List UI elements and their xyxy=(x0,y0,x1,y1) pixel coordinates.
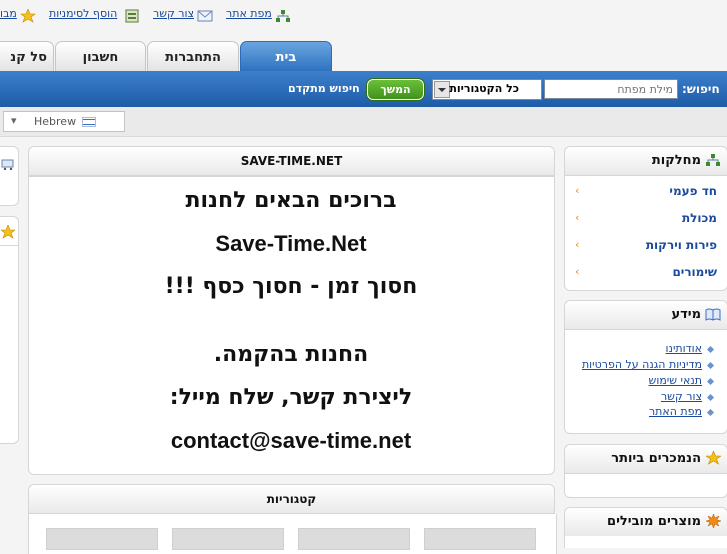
department-link[interactable]: מכולת xyxy=(682,211,717,225)
featured-title: מוצרים מובילים xyxy=(607,514,701,529)
bestsellers-title: הנמכרים ביותר xyxy=(611,451,701,466)
mail-icon xyxy=(197,8,213,22)
bullet-icon xyxy=(706,361,715,369)
category-thumb[interactable] xyxy=(172,528,284,550)
burst-icon xyxy=(705,513,722,532)
search-input[interactable] xyxy=(544,79,678,99)
info-panel: אודותינו מדיניות הגנה על הפרטיות תנאי שי… xyxy=(564,329,727,434)
categories-title: קטגוריות xyxy=(28,484,555,514)
israel-flag-icon xyxy=(82,117,96,127)
bestsellers-header: הנמכרים ביותר xyxy=(564,444,727,474)
info-title: מידע xyxy=(671,307,701,322)
contact-email: contact@save-time.net xyxy=(170,428,412,453)
select-arrow-icon xyxy=(434,81,450,98)
tab-login[interactable]: התחברות xyxy=(147,41,239,72)
category-thumb[interactable] xyxy=(46,528,158,550)
featured-panel xyxy=(564,536,727,548)
bullet-icon xyxy=(706,377,715,385)
cart-icon xyxy=(1,155,15,174)
welcome-line-3: חסוך זמן - חסוך כסף !!! xyxy=(164,274,418,299)
category-select[interactable]: כל הקטגוריות xyxy=(432,79,542,100)
category-thumb[interactable] xyxy=(298,528,410,550)
bullet-icon xyxy=(706,393,715,401)
search-go-button[interactable]: המשך xyxy=(366,78,425,101)
bullet-icon xyxy=(706,408,715,416)
bullet-icon xyxy=(706,345,715,353)
welcome-line-1: ברוכים הבאים לחנות xyxy=(185,188,397,213)
departments-header: מחלקות xyxy=(564,146,727,176)
info-link[interactable]: מדיניות הגנה על הפרטיות xyxy=(582,358,715,371)
chevron-left-icon: ‹ xyxy=(575,211,580,224)
advanced-search-link[interactable]: חיפוש מתקדם xyxy=(288,82,360,95)
left-favorites-box xyxy=(0,216,19,444)
welcome-line-2: Save-Time.Net xyxy=(215,231,367,256)
tab-account[interactable]: חשבון xyxy=(55,41,146,72)
featured-header: מוצרים מובילים xyxy=(564,507,727,537)
departments-title: מחלקות xyxy=(651,153,701,168)
category-thumb[interactable] xyxy=(424,528,536,550)
welcome-line-5: ליצירת קשר, שלח מייל: xyxy=(169,385,413,410)
tab-cart[interactable]: סל קנ xyxy=(0,41,54,72)
add-bookmark-link[interactable]: הוסף לסימניות xyxy=(49,7,117,20)
language-select[interactable]: ▾ Hebrew xyxy=(3,111,125,132)
info-header: מידע xyxy=(564,300,727,330)
info-link[interactable]: צור קשר xyxy=(661,390,715,403)
department-link[interactable]: חד פעמי xyxy=(669,184,717,198)
departments-panel: חד פעמי ‹ מכולת ‹ פירות וירקות ‹ שימורים… xyxy=(564,175,727,291)
info-link[interactable]: אודותינו xyxy=(666,342,715,355)
bookmark-icon xyxy=(124,8,140,23)
info-link[interactable]: תנאי שימוש xyxy=(649,374,715,387)
info-link[interactable]: מפת האתר xyxy=(649,405,715,418)
chevron-left-icon: ‹ xyxy=(575,184,580,197)
star-icon xyxy=(705,450,722,469)
sitemap-icon xyxy=(275,8,291,22)
welcome-line-4: החנות בהקמה. xyxy=(213,342,369,367)
top-link-partial[interactable]: מבו xyxy=(0,7,17,20)
department-link[interactable]: שימורים xyxy=(672,265,717,279)
chevron-left-icon: ‹ xyxy=(575,238,580,251)
star-icon xyxy=(20,8,36,23)
sitemap-link[interactable]: מפת אתר xyxy=(226,7,272,20)
category-select-value: כל הקטגוריות xyxy=(449,82,519,95)
star-icon xyxy=(0,224,16,243)
sitemap-icon xyxy=(705,153,721,171)
department-link[interactable]: פירות וירקות xyxy=(646,238,717,252)
book-icon xyxy=(705,308,721,325)
tab-home[interactable]: בית xyxy=(240,41,332,73)
main-title: SAVE-TIME.NET xyxy=(28,146,555,176)
left-cart-box xyxy=(0,146,19,206)
language-select-value: Hebrew xyxy=(34,115,77,128)
contact-link[interactable]: צור קשר xyxy=(153,7,194,20)
chevron-left-icon: ‹ xyxy=(575,265,580,278)
tab-cart-label: סל קנ xyxy=(10,50,47,65)
chevron-down-icon: ▾ xyxy=(11,114,17,127)
bestsellers-panel xyxy=(564,473,727,498)
search-label: חיפוש: xyxy=(682,82,720,96)
